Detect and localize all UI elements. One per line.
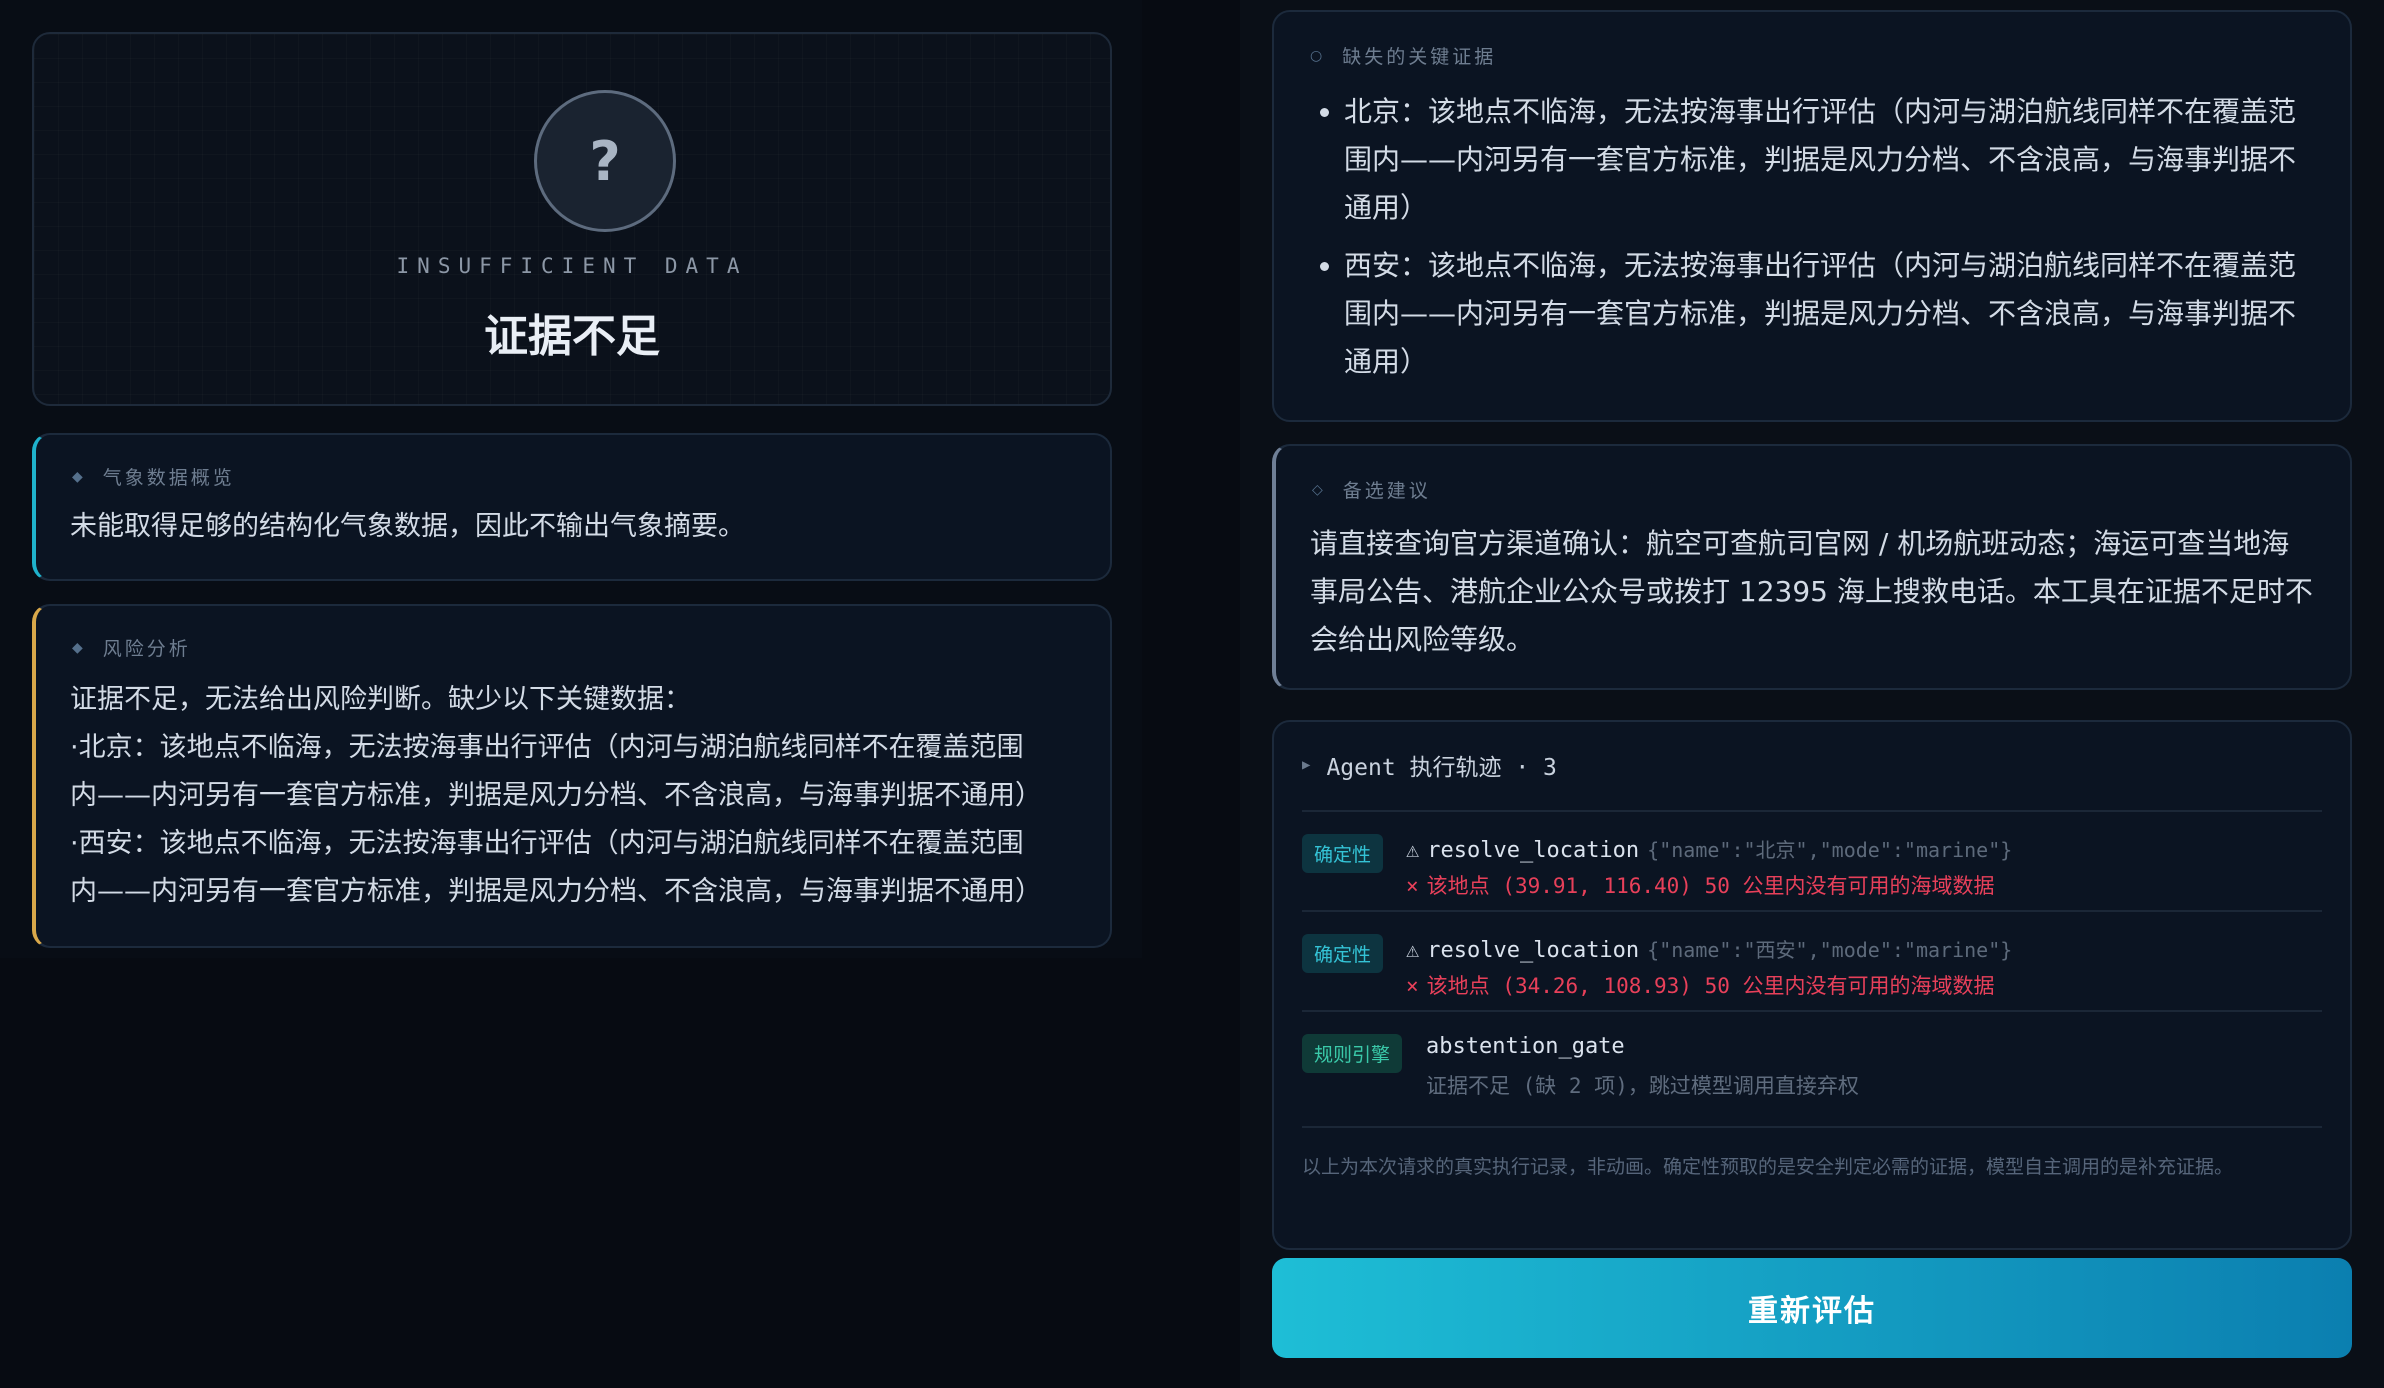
agent-trace-title: Agent 执行轨迹 · 3 xyxy=(1326,755,1557,781)
divider xyxy=(1302,1126,2322,1128)
alternatives-header: ◇ 备选建议 xyxy=(1312,476,1431,503)
error-x-icon: × xyxy=(1406,974,1419,998)
trace-row: 确定性 ⚠ resolve_location {"name":"西安","mode"… xyxy=(1302,926,2322,1022)
tool-name: resolve_location xyxy=(1427,838,1640,863)
deterministic-tag: 确定性 xyxy=(1302,834,1384,873)
page: ? INSUFFICIENT DATA 证据不足 ◆ 气象数据概览 未能取得足够… xyxy=(0,0,2384,1388)
missing-evidence-card: ○ 缺失的关键证据 北京：该地点不临海，无法按海事出行评估（内河与湖泊航线同样不… xyxy=(1272,10,2352,422)
diamond-icon: ◆ xyxy=(72,639,83,656)
trace-footnote: 以上为本次请求的真实执行记录，非动画。确定性预取的是安全判定必需的证据，模型自主… xyxy=(1302,1156,2234,1178)
agent-trace-header[interactable]: ▶ Agent 执行轨迹 · 3 xyxy=(1302,748,1557,782)
tool-name: resolve_location xyxy=(1427,938,1640,963)
trace-row: 确定性 ⚠ resolve_location {"name":"北京","mode"… xyxy=(1302,826,2322,922)
warning-icon: ⚠ xyxy=(1406,838,1420,863)
circle-icon: ○ xyxy=(1310,47,1323,64)
risk-analysis-card: ◆ 风险分析 证据不足，无法给出风险判断。缺少以下关键数据： ·北京：该地点不临… xyxy=(32,604,1112,948)
rule-engine-tag: 规则引擎 xyxy=(1302,1034,1403,1073)
deterministic-tag: 确定性 xyxy=(1302,934,1384,973)
risk-line: 证据不足，无法给出风险判断。缺少以下关键数据： xyxy=(70,684,691,715)
verdict-code: INSUFFICIENT DATA xyxy=(396,254,748,278)
weather-overview-text: 未能取得足够的结构化气象数据，因此不输出气象摘要。 xyxy=(70,511,745,542)
reevaluate-button[interactable]: 重新评估 xyxy=(1272,1258,2352,1358)
diamond-icon: ◆ xyxy=(72,468,83,485)
trace-call: ⚠ resolve_location {"name":"西安","mode":"ma… xyxy=(1406,934,2012,963)
verdict-card: ? INSUFFICIENT DATA 证据不足 xyxy=(32,32,1112,406)
expand-triangle-icon: ▶ xyxy=(1302,757,1311,773)
weather-overview-header: ◆ 气象数据概览 xyxy=(72,463,235,490)
verdict-title: 证据不足 xyxy=(484,311,660,362)
risk-analysis-title: 风险分析 xyxy=(102,638,191,660)
risk-line: ·西安：该地点不临海，无法按海事出行评估（内河与湖泊航线同样不在覆盖范围 xyxy=(70,828,1024,859)
error-x-icon: × xyxy=(1406,874,1419,898)
divider xyxy=(1302,810,2322,812)
trace-result-text: 证据不足 (缺 2 项)，跳过模型调用直接弃权 xyxy=(1426,1074,1859,1098)
divider xyxy=(1302,910,2322,912)
tool-args: {"name":"西安","mode":"marine"} xyxy=(1647,938,2013,962)
list-item: 北京：该地点不临海，无法按海事出行评估（内河与湖泊航线同样不在覆盖范围内——内河… xyxy=(1344,88,2316,232)
risk-analysis-body: 证据不足，无法给出风险判断。缺少以下关键数据： ·北京：该地点不临海，无法按海事… xyxy=(70,676,1076,916)
tool-args: {"name":"北京","mode":"marine"} xyxy=(1647,838,2013,862)
list-item: 西安：该地点不临海，无法按海事出行评估（内河与湖泊航线同样不在覆盖范围内——内河… xyxy=(1344,242,2316,386)
trace-call: ⚠ resolve_location {"name":"北京","mode":"ma… xyxy=(1406,834,2012,863)
agent-trace-card: ▶ Agent 执行轨迹 · 3 确定性 ⚠ resolve_location {"… xyxy=(1272,720,2352,1250)
missing-evidence-header: ○ 缺失的关键证据 xyxy=(1310,42,1496,69)
risk-line: 内——内河另有一套官方标准，判据是风力分档、不含浪高，与海事判据不通用） xyxy=(70,780,1042,811)
warning-icon: ⚠ xyxy=(1406,938,1420,963)
alternatives-title: 备选建议 xyxy=(1342,480,1431,502)
weather-overview-title: 气象数据概览 xyxy=(102,467,235,489)
question-mark-icon: ? xyxy=(534,90,676,232)
trace-row: 规则引擎 abstention_gate 证据不足 (缺 2 项)，跳过模型调用… xyxy=(1302,1026,2322,1122)
trace-result-text: 该地点 (39.91, 116.40) 50 公里内没有可用的海域数据 xyxy=(1426,874,1995,898)
trace-result-text: 该地点 (34.26, 108.93) 50 公里内没有可用的海域数据 xyxy=(1426,974,1995,998)
risk-line: ·北京：该地点不临海，无法按海事出行评估（内河与湖泊航线同样不在覆盖范围 xyxy=(70,732,1024,763)
trace-result: × 该地点 (34.26, 108.93) 50 公里内没有可用的海域数据 xyxy=(1406,970,1995,1000)
trace-result: × 该地点 (39.91, 116.40) 50 公里内没有可用的海域数据 xyxy=(1406,870,1995,900)
alternatives-card: ◇ 备选建议 请直接查询官方渠道确认：航空可查航司官网 / 机场航班动态；海运可… xyxy=(1272,444,2352,690)
risk-line: 内——内河另有一套官方标准，判据是风力分档、不含浪高，与海事判据不通用） xyxy=(70,876,1042,907)
diamond-outline-icon: ◇ xyxy=(1312,481,1323,498)
trace-call: abstention_gate xyxy=(1426,1034,1625,1059)
missing-evidence-list: 北京：该地点不临海，无法按海事出行评估（内河与湖泊航线同样不在覆盖范围内——内河… xyxy=(1344,88,2316,396)
missing-evidence-title: 缺失的关键证据 xyxy=(1342,46,1497,68)
risk-analysis-header: ◆ 风险分析 xyxy=(72,634,191,661)
weather-overview-card: ◆ 气象数据概览 未能取得足够的结构化气象数据，因此不输出气象摘要。 xyxy=(32,433,1112,581)
alternatives-text: 请直接查询官方渠道确认：航空可查航司官网 / 机场航班动态；海运可查当地海事局公… xyxy=(1310,527,2313,656)
divider xyxy=(1302,1010,2322,1012)
tool-name: abstention_gate xyxy=(1426,1034,1625,1059)
